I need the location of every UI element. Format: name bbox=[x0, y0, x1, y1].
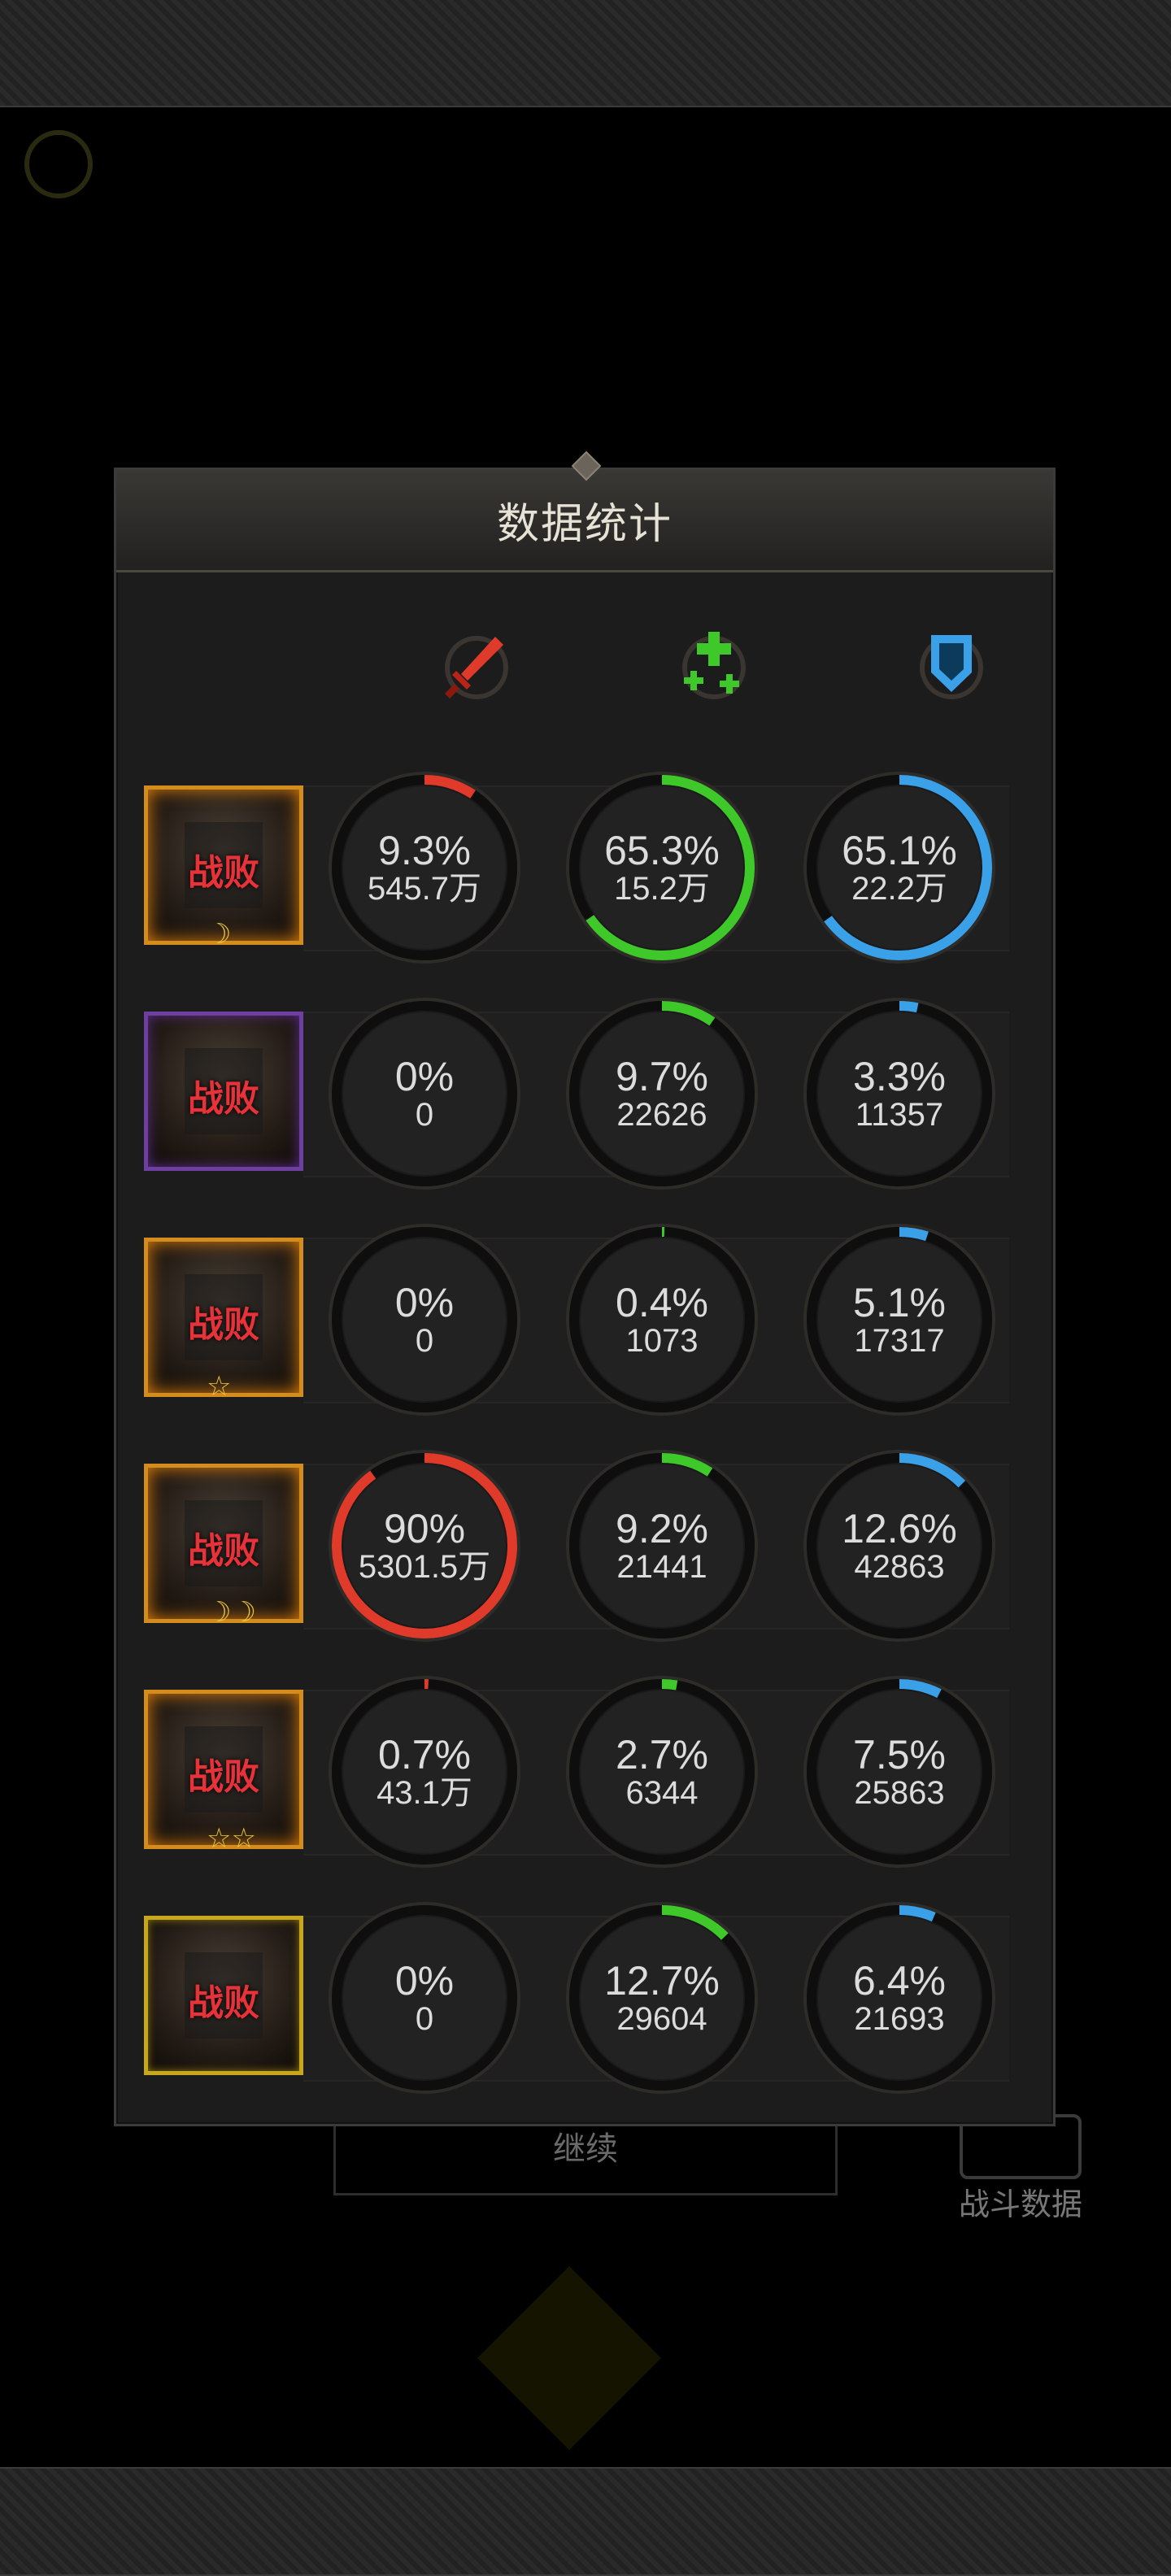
hero-avatar[interactable]: 战败 bbox=[144, 1916, 303, 2075]
stat-ring: 0% 0 bbox=[328, 1223, 521, 1416]
stat-value: 0 bbox=[415, 1323, 434, 1359]
stat-ring: 9.3% 545.7万 bbox=[328, 771, 521, 964]
shield-icon bbox=[920, 635, 983, 699]
hero-avatar[interactable]: 战败 ☆ bbox=[144, 1238, 303, 1402]
stat-ring: 7.5% 25863 bbox=[803, 1675, 996, 1869]
stat-ring: 0.7% 43.1万 bbox=[328, 1675, 521, 1869]
stat-ring: 2.7% 6344 bbox=[565, 1675, 759, 1869]
stat-value: 29604 bbox=[616, 2001, 707, 2037]
stat-ring: 90% 5301.5万 bbox=[328, 1449, 521, 1643]
stat-percent: 12.7% bbox=[604, 1958, 720, 2004]
stat-percent: 7.5% bbox=[853, 1732, 946, 1778]
stat-percent: 0% bbox=[394, 1280, 455, 1325]
hero-avatar[interactable]: 战败 ☽☽ bbox=[144, 1464, 303, 1628]
stat-value: 21441 bbox=[616, 1549, 707, 1585]
hero-rank-badge: ☆☆ bbox=[207, 1823, 256, 1854]
battle-data-button-label[interactable]: 战斗数据 bbox=[935, 2179, 1106, 2224]
defeated-label: 战败 bbox=[188, 853, 259, 893]
background-play-icon bbox=[24, 130, 93, 198]
stat-value: 0 bbox=[415, 1097, 434, 1133]
defeated-label: 战败 bbox=[188, 1305, 259, 1345]
heal-cross-icon bbox=[682, 632, 746, 699]
stat-value: 22.2万 bbox=[851, 871, 947, 907]
hero-avatar[interactable]: 战败 ☽ bbox=[144, 785, 303, 950]
hero-row: 战败 ☆ 0% 0 0.4% 1073 5.1% 17317 bbox=[141, 1223, 1034, 1426]
stat-percent: 90% bbox=[383, 1506, 466, 1551]
stat-value: 545.7万 bbox=[367, 871, 482, 907]
background-emblem bbox=[477, 2265, 662, 2451]
bottom-decorative-bar bbox=[0, 2467, 1171, 2576]
stat-percent: 0.4% bbox=[616, 1280, 708, 1325]
stat-percent: 9.2% bbox=[616, 1506, 708, 1551]
header-gem-ornament bbox=[571, 450, 602, 481]
defeated-label: 战败 bbox=[188, 1531, 259, 1571]
stat-ring: 6.4% 21693 bbox=[803, 1901, 996, 2095]
stat-percent: 9.3% bbox=[378, 828, 471, 873]
stat-percent: 5.1% bbox=[853, 1280, 946, 1325]
stat-value: 1073 bbox=[625, 1323, 699, 1359]
damage-column-icon bbox=[432, 620, 521, 710]
stat-ring: 3.3% 11357 bbox=[803, 997, 996, 1190]
stat-percent: 3.3% bbox=[853, 1054, 946, 1099]
stats-panel: 数据统计 战败 ☽ 9.3% 545.7万 65.3% 15.2万 65.1% 22.2万 战败… bbox=[114, 450, 1056, 2126]
stat-ring: 0% 0 bbox=[328, 1901, 521, 2095]
panel-header: 数据统计 bbox=[116, 450, 1053, 572]
stat-ring: 12.6% 42863 bbox=[803, 1449, 996, 1643]
hero-row: 战败 0% 0 9.7% 22626 3.3% 11357 bbox=[141, 997, 1034, 1200]
sword-icon bbox=[445, 636, 508, 699]
hero-rank-badge: ☽ bbox=[207, 919, 232, 950]
stat-ring: 65.1% 22.2万 bbox=[803, 771, 996, 964]
hero-rank-badge: ☽☽ bbox=[207, 1597, 256, 1628]
stat-percent: 6.4% bbox=[853, 1958, 946, 2004]
hero-avatar[interactable]: 战败 ☆☆ bbox=[144, 1690, 303, 1854]
stat-percent: 9.7% bbox=[616, 1054, 708, 1099]
stat-value: 11357 bbox=[855, 1097, 944, 1133]
panel-title: 数据统计 bbox=[496, 501, 673, 548]
stat-percent: 0% bbox=[394, 1958, 455, 2004]
hero-row: 战败 ☽☽ 90% 5301.5万 9.2% 21441 12.6% 42863 bbox=[141, 1449, 1034, 1652]
stat-percent: 12.6% bbox=[842, 1506, 957, 1551]
stat-value: 42863 bbox=[854, 1549, 945, 1585]
hero-row: 战败 ☽ 9.3% 545.7万 65.3% 15.2万 65.1% 22.2万 bbox=[141, 771, 1034, 974]
stat-percent: 0% bbox=[394, 1054, 455, 1099]
stat-percent: 65.3% bbox=[604, 828, 720, 873]
stat-value: 6344 bbox=[625, 1775, 699, 1811]
tank-column-icon bbox=[907, 620, 996, 710]
defeated-label: 战败 bbox=[188, 1757, 259, 1797]
stat-ring: 9.2% 21441 bbox=[565, 1449, 759, 1643]
stat-percent: 65.1% bbox=[842, 828, 957, 873]
stat-ring: 12.7% 29604 bbox=[565, 1901, 759, 2095]
healing-column-icon bbox=[669, 620, 759, 710]
stat-value: 17317 bbox=[854, 1323, 945, 1359]
stat-percent: 2.7% bbox=[616, 1732, 708, 1778]
stat-value: 15.2万 bbox=[614, 871, 710, 907]
hero-rank-badge: ☆ bbox=[207, 1371, 232, 1402]
defeated-label: 战败 bbox=[188, 1983, 259, 2023]
stat-ring: 0.4% 1073 bbox=[565, 1223, 759, 1416]
top-decorative-bar bbox=[0, 0, 1171, 107]
stat-value: 43.1万 bbox=[377, 1775, 472, 1811]
stat-ring: 9.7% 22626 bbox=[565, 997, 759, 1190]
hero-row: 战败 ☆☆ 0.7% 43.1万 2.7% 6344 7.5% 25863 bbox=[141, 1675, 1034, 1878]
stat-value: 25863 bbox=[854, 1775, 945, 1811]
hero-row: 战败 0% 0 12.7% 29604 6.4% 21693 bbox=[141, 1901, 1034, 2104]
stat-ring: 0% 0 bbox=[328, 997, 521, 1190]
defeated-label: 战败 bbox=[188, 1079, 259, 1119]
stat-value: 21693 bbox=[854, 2001, 945, 2037]
stat-value: 22626 bbox=[616, 1097, 707, 1133]
stat-ring: 65.3% 15.2万 bbox=[565, 771, 759, 964]
stat-value: 0 bbox=[415, 2001, 434, 2037]
stat-ring: 5.1% 17317 bbox=[803, 1223, 996, 1416]
stat-value: 5301.5万 bbox=[358, 1549, 491, 1585]
hero-avatar[interactable]: 战败 bbox=[144, 1012, 303, 1171]
stat-percent: 0.7% bbox=[378, 1732, 471, 1778]
